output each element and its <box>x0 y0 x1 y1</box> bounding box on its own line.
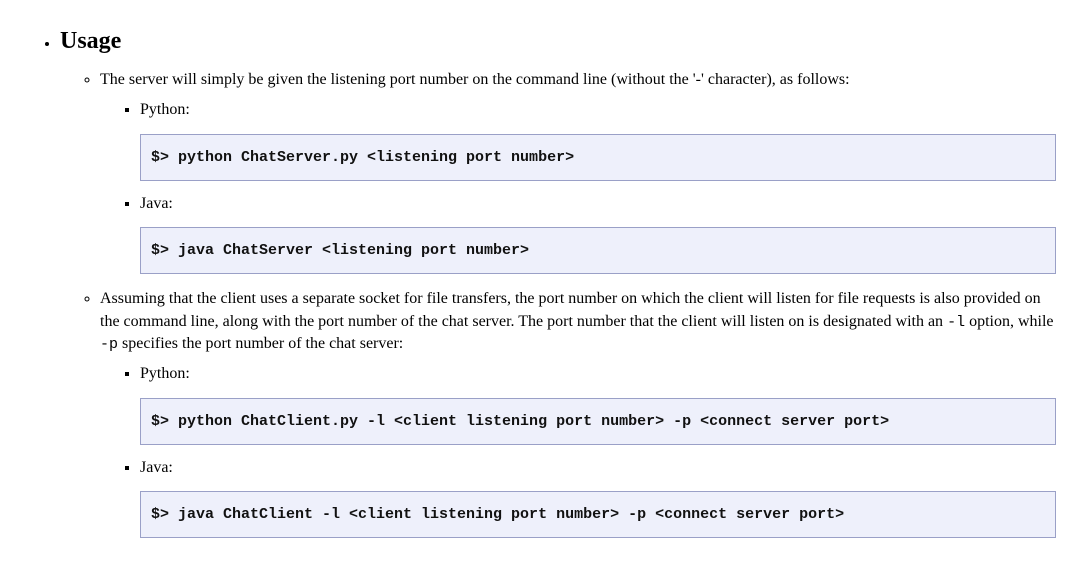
server-intro-item: The server will simply be given the list… <box>100 69 1056 274</box>
opt-l-code: -l <box>947 314 965 331</box>
client-intro-text-3: specifies the port number of the chat se… <box>118 335 403 352</box>
server-python-item: Python: $> python ChatServer.py <listeni… <box>140 99 1056 180</box>
client-python-item: Python: $> python ChatClient.py -l <clie… <box>140 363 1056 444</box>
client-java-code: $> java ChatClient -l <client listening … <box>140 491 1056 538</box>
client-python-label: Python: <box>140 365 190 382</box>
server-java-item: Java: $> java ChatServer <listening port… <box>140 193 1056 274</box>
client-intro-text-2: option, while <box>965 313 1053 330</box>
client-intro-item: Assuming that the client uses a separate… <box>100 288 1056 538</box>
server-java-code: $> java ChatServer <listening port numbe… <box>140 227 1056 274</box>
server-python-label: Python: <box>140 101 190 118</box>
opt-p-code: -p <box>100 336 118 353</box>
client-python-code: $> python ChatClient.py -l <client liste… <box>140 398 1056 445</box>
server-intro-text: The server will simply be given the list… <box>100 71 850 88</box>
server-python-code: $> python ChatServer.py <listening port … <box>140 134 1056 181</box>
usage-heading-item: Usage The server will simply be given th… <box>60 28 1056 538</box>
client-java-label: Java: <box>140 459 173 476</box>
usage-heading: Usage <box>60 28 121 54</box>
server-java-label: Java: <box>140 195 173 212</box>
client-java-item: Java: $> java ChatClient -l <client list… <box>140 457 1056 538</box>
client-intro-text-1: Assuming that the client uses a separate… <box>100 290 1041 329</box>
